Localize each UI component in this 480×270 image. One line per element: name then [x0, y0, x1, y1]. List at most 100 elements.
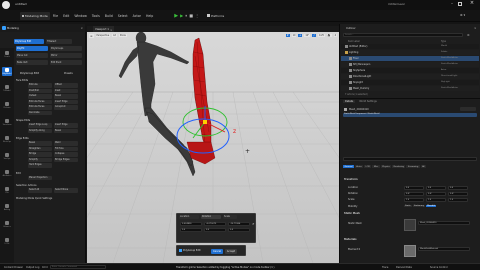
hud-cancel-button[interactable]: Cancel [211, 249, 223, 254]
menu-item-file[interactable]: File [53, 14, 58, 18]
lit-button[interactable]: Lit [112, 34, 117, 37]
popup-reset-icon[interactable]: ↺ [252, 222, 255, 226]
modes-label[interactable]: Modeling [7, 27, 19, 30]
rotation-z[interactable]: 0.0° [448, 192, 468, 196]
details-tab[interactable]: Details [343, 100, 356, 103]
tool-button-select-all[interactable]: Select All [28, 188, 52, 193]
close-outliner-icon[interactable]: × [474, 26, 477, 30]
minimize-button[interactable]: – [448, 1, 456, 8]
section-header[interactable]: Face Edits [16, 79, 28, 82]
tool-button-push-pull[interactable]: Push/Pull [28, 88, 52, 93]
scale-snap-icon[interactable]: ⤢ [312, 34, 316, 37]
tool-button-collapse[interactable]: Collapse [54, 152, 78, 157]
menu-item-help[interactable]: Help [146, 14, 153, 18]
location-x[interactable]: 0.0 [404, 186, 424, 190]
cmd-dropdown[interactable]: Cmd [42, 266, 48, 269]
tool-category-polymodel[interactable]: PolyModel [2, 67, 12, 76]
outliner-row[interactable]: DirectionalLight DirectionalLight [341, 74, 479, 79]
tool-category-meshops[interactable]: MeshOps [2, 135, 12, 144]
section-header[interactable]: Shape Edits [16, 119, 30, 122]
section-header[interactable]: Modeling Mode Quick Settings [16, 197, 52, 200]
static-mesh-dropdown[interactable]: Mesh_20240410 [418, 221, 470, 225]
maximize-button[interactable] [458, 2, 462, 6]
tool-button-extrude-faces[interactable]: Extrude Faces [28, 99, 52, 104]
tool-button-bridge[interactable]: Bridge [28, 152, 52, 157]
stop-icon[interactable]: ■ [189, 13, 193, 18]
mode-button-plane-cut[interactable]: Plane Cut [16, 53, 48, 58]
location-z[interactable]: 0.0 [448, 186, 468, 190]
popup-location-x[interactable]: 0.024826 [180, 222, 202, 226]
tool-button-straighten[interactable]: Straighten [28, 146, 52, 151]
grid-snap-value[interactable]: 10 [291, 34, 297, 37]
tool-category-attributes[interactable]: Attributes [2, 169, 12, 178]
derived-data-button[interactable]: Derived Data [396, 266, 412, 269]
outliner-row[interactable]: Lighting Folder [341, 50, 479, 55]
tool-button-planar-projection[interactable]: Planar Projection [28, 175, 52, 180]
outliner-filter-icon[interactable]: ⚙ [467, 33, 470, 37]
close-modes-icon[interactable]: × [80, 26, 83, 30]
hud-accept-button[interactable]: Accept [225, 249, 237, 254]
tool-button-bridge-edges[interactable]: Bridge Edges [54, 157, 78, 162]
tool-category-trimodel[interactable]: TriModel [2, 84, 12, 93]
perspective-button[interactable]: Perspective [95, 34, 111, 37]
menu-item-tools[interactable]: Tools [92, 14, 100, 18]
play-advance-icon[interactable]: ▶ [180, 13, 183, 18]
hamburger-icon[interactable]: ≡ [89, 33, 94, 38]
outliner-row[interactable]: Floor StaticMeshActor [341, 56, 479, 61]
details-filter-lod[interactable]: LOD [364, 165, 372, 168]
tool-button-insert-edge[interactable]: Insert Edge [54, 99, 78, 104]
popup-tab-rotation[interactable]: Rotation [201, 215, 221, 219]
popup-location-y[interactable]: -0.070075 [204, 222, 226, 226]
tool-button-fill-hole[interactable]: Fill Hole [54, 146, 78, 151]
details-filter-all[interactable]: All [420, 165, 427, 168]
popup-tab-location[interactable]: Location [179, 215, 199, 219]
mobility-static[interactable]: Static [404, 205, 412, 207]
tool-category-baking[interactable]: Baking [2, 203, 12, 212]
camera-speed-icon[interactable]: 🎥 [326, 34, 332, 37]
outliner-row[interactable]: Mesh_Dummy StaticMeshActor [341, 86, 479, 91]
pause-icon[interactable]: ⏸ [185, 13, 187, 18]
popup-rotation-z[interactable]: 0.0 [228, 228, 250, 232]
details-filter-rendering[interactable]: Rendering [392, 165, 406, 168]
section-header[interactable]: Edge Edits [16, 137, 29, 140]
scale-snap-value[interactable]: 0.25 [317, 34, 325, 37]
tool-category-lods[interactable]: LODs [2, 237, 12, 246]
section-header[interactable]: Edit [16, 172, 21, 175]
mode-button-edit-pivot[interactable]: Edit Pivot [50, 60, 82, 65]
tool-button-groupcut[interactable]: GroupCut [54, 105, 78, 110]
show-button[interactable]: Show [118, 34, 127, 37]
mode-button-bake-vert[interactable]: Bake Vert [16, 60, 48, 65]
grid-snap-icon[interactable]: # [285, 34, 290, 37]
mode-button-polyed[interactable]: PolyEd [16, 46, 48, 51]
tool-category-voxops[interactable]: VoxOps [2, 152, 12, 161]
details-filter-actor[interactable]: Actor [354, 165, 364, 168]
popup-tab-scale[interactable]: Scale [223, 215, 237, 219]
tab-polygroup-edit[interactable]: PolyGroup Edit [14, 38, 44, 44]
tool-button-bevel[interactable]: Bevel [54, 94, 78, 99]
static-mesh-thumbnail[interactable] [404, 219, 416, 231]
add-component-button[interactable] [460, 107, 476, 111]
tool-button-bevel[interactable]: Bevel [28, 141, 52, 146]
rotation-y[interactable]: 0.0° [426, 192, 446, 196]
details-filter-general[interactable]: General [343, 165, 354, 168]
tool-button-offset[interactable]: Offset [54, 83, 78, 88]
angle-snap-value[interactable]: 10° [304, 34, 311, 37]
tool-button-extrude[interactable]: Extrude [28, 83, 52, 88]
tool-button-simplify[interactable]: Simplify [28, 157, 52, 162]
presets-dropdown[interactable]: Presets [64, 72, 73, 75]
close-button[interactable]: × [468, 0, 476, 8]
level-tab[interactable]: Modeling Mode [20, 11, 50, 20]
source-control-button[interactable]: Source Control [430, 266, 448, 269]
more-options-icon[interactable]: ⋮ [195, 13, 199, 18]
details-filter-misc[interactable]: Misc [372, 165, 380, 168]
menu-item-actor[interactable]: Actor [133, 14, 141, 18]
tool-category-volumes[interactable]: Volumes [2, 220, 12, 229]
world-settings-tab[interactable]: World Settings [357, 100, 378, 103]
tool-button-inset[interactable]: Inset [54, 88, 78, 93]
tool-button-outset[interactable]: Outset [28, 94, 52, 99]
tool-button-insert-edge[interactable]: Insert Edge [54, 123, 78, 128]
rotation-x[interactable]: 0.0° [404, 192, 424, 196]
settings-button[interactable]: ⚙ ▾ [460, 13, 465, 17]
tool-button-extrude-faces[interactable]: Extrude Faces [28, 105, 52, 110]
console-command-input[interactable]: Enter Console Command [50, 265, 106, 269]
